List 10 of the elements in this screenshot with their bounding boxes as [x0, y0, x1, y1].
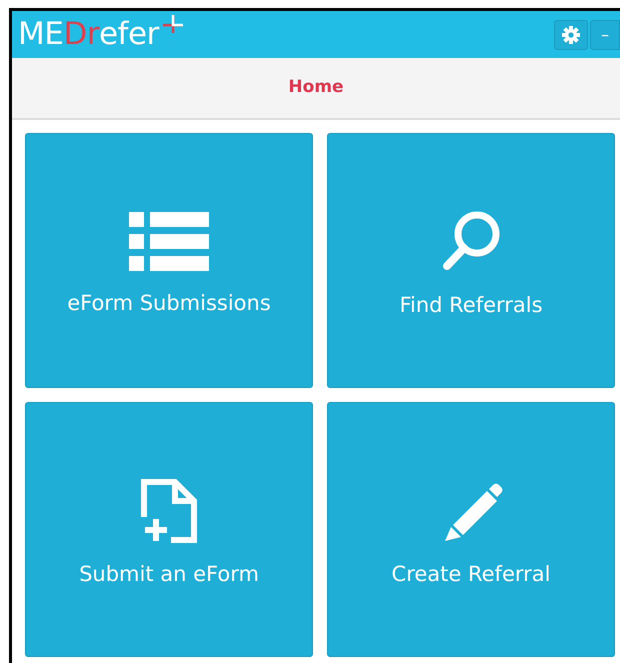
- list-icon: [129, 212, 209, 272]
- minimize-button[interactable]: –: [590, 20, 620, 50]
- menu-tile[interactable]: Create Referral: [327, 402, 615, 657]
- settings-button[interactable]: [554, 20, 588, 50]
- menu-tile[interactable]: Submit an eForm: [25, 402, 313, 657]
- settings-icon: [561, 24, 581, 44]
- document-plus-icon: [141, 478, 197, 543]
- menu-tile[interactable]: eForm Submissions: [25, 133, 313, 388]
- menu-tile[interactable]: Find Referrals: [327, 133, 615, 388]
- page-title: Home: [288, 76, 344, 100]
